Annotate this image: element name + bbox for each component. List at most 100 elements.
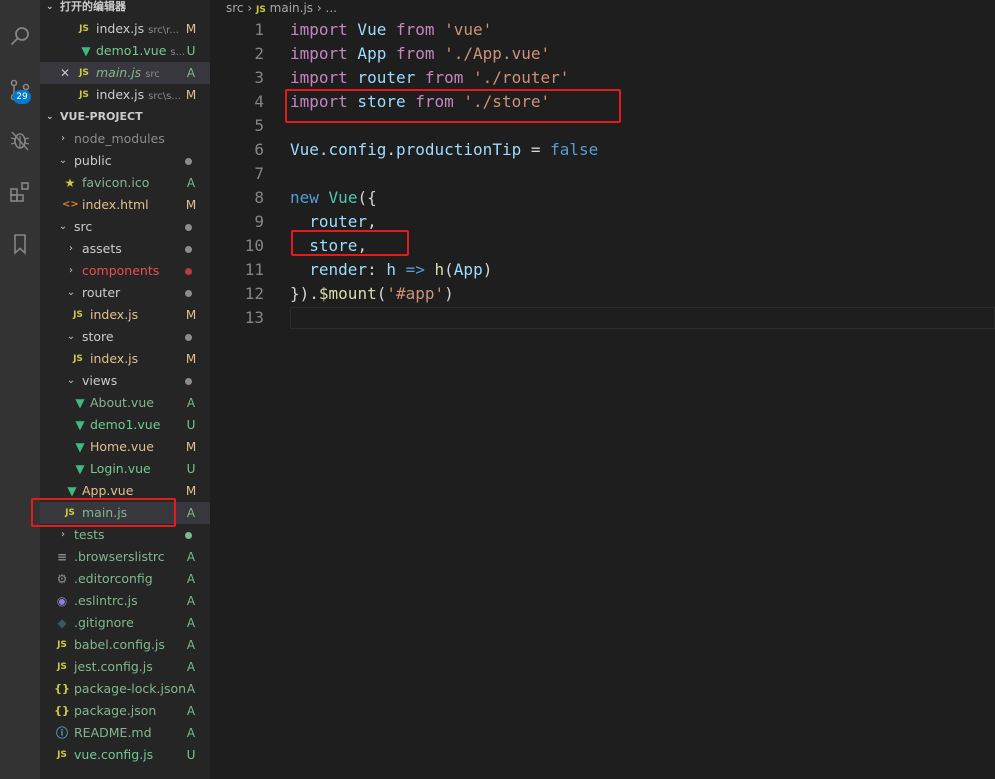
git-status: A (186, 594, 196, 608)
tree-folder-tests[interactable]: › tests (40, 524, 210, 546)
js-file-icon: JS (57, 662, 67, 672)
tree-file-readme[interactable]: ⓘ README.md A (40, 722, 210, 744)
tree-file-about-vue[interactable]: ▼ About.vue A (40, 392, 210, 414)
tree-file-gitignore[interactable]: ◆ .gitignore A (40, 612, 210, 634)
extensions-icon[interactable] (0, 172, 40, 212)
chevron-down-icon: ⌄ (46, 2, 54, 12)
git-status: A (186, 638, 196, 652)
git-status: M (185, 440, 197, 454)
breadcrumb-file[interactable]: main.js (270, 1, 313, 15)
code-line[interactable]: import Vue from 'vue' (290, 18, 492, 42)
code-line[interactable]: new Vue({ (290, 186, 377, 210)
git-status: A (186, 704, 196, 718)
tree-file-editorconfig[interactable]: ⚙ .editorconfig A (40, 568, 210, 590)
tree-folder-assets[interactable]: › assets (40, 238, 210, 260)
explorer-sidebar: ⌄ 打开的编辑器 JS index.js src\r... M ▼ demo1.… (40, 0, 210, 779)
git-status: U (186, 44, 196, 58)
activity-bar: 29 (0, 0, 40, 779)
line-number: 4 (254, 92, 264, 111)
chevron-down-icon: ⌄ (46, 112, 54, 122)
code-token: from (424, 68, 464, 87)
bookmark-icon[interactable] (0, 224, 40, 264)
open-editor-item-active[interactable]: ✕ JS main.js src A (40, 62, 210, 84)
line-number: 11 (244, 260, 264, 279)
debug-icon[interactable] (0, 120, 40, 160)
code-line[interactable]: Vue.config.productionTip = false (290, 138, 598, 162)
json-file-icon: {} (54, 704, 70, 717)
tree-file-eslintrc[interactable]: ◉ .eslintrc.js A (40, 590, 210, 612)
chevron-down-icon: ⌄ (66, 331, 76, 342)
breadcrumb-separator: › (247, 1, 253, 15)
modified-dot (185, 290, 192, 297)
tree-folder-public[interactable]: ⌄ public (40, 150, 210, 172)
tree-folder-store[interactable]: ⌄ store (40, 326, 210, 348)
js-file-icon: JS (79, 90, 89, 100)
code-line[interactable]: }).$mount('#app') (290, 282, 454, 306)
breadcrumb-folder[interactable]: src (226, 1, 244, 15)
tree-file-browserslistrc[interactable]: ≡ .browserslistrc A (40, 546, 210, 568)
modified-dot (185, 334, 192, 341)
open-editor-path: src (145, 69, 160, 80)
modified-dot (185, 158, 192, 165)
tree-file-home-vue[interactable]: ▼ Home.vue M (40, 436, 210, 458)
tree-file-vue-config[interactable]: JS vue.config.js U (40, 744, 210, 766)
tree-file-favicon[interactable]: ★ favicon.ico A (40, 172, 210, 194)
vue-file-icon: ▼ (75, 462, 85, 476)
git-status: A (186, 726, 196, 740)
chevron-down-icon: ⌄ (66, 287, 76, 298)
tree-file-jest-config[interactable]: JS jest.config.js A (40, 656, 210, 678)
open-editor-item[interactable]: JS index.js src\r... M (40, 18, 210, 40)
code-token: productionTip (395, 140, 522, 159)
tree-file-store-index[interactable]: JS index.js M (40, 348, 210, 370)
code-token: new (290, 188, 319, 207)
code-token: ) (482, 260, 493, 279)
code-line[interactable]: render: h => h(App) (290, 258, 492, 282)
scm-badge: 29 (13, 90, 31, 104)
star-icon: ★ (64, 176, 76, 190)
tree-folder-src[interactable]: ⌄ src (40, 216, 210, 238)
line-number: 5 (254, 116, 264, 135)
tree-folder-node-modules[interactable]: › node_modules (40, 128, 210, 150)
open-editor-item[interactable]: JS index.js src\s... M (40, 84, 210, 106)
gear-icon: ⚙ (56, 572, 68, 586)
code-token: App (453, 260, 483, 279)
tree-file-index-html[interactable]: <> index.html M (40, 194, 210, 216)
highlight-import-store (285, 89, 621, 123)
open-editor-item[interactable]: ▼ demo1.vue s... U (40, 40, 210, 62)
line-number: 13 (244, 308, 264, 327)
code-line[interactable]: import router from './router' (290, 66, 569, 90)
code-token: Vue (328, 188, 358, 207)
git-status: A (186, 396, 196, 410)
breadcrumb: src › JS main.js › ... (226, 0, 337, 16)
close-icon[interactable]: ✕ (60, 62, 70, 84)
code-token: ( (376, 284, 387, 303)
code-token: Vue (290, 140, 319, 159)
tree-folder-router[interactable]: ⌄ router (40, 282, 210, 304)
code-token: from (395, 20, 435, 39)
text-file-icon: ≡ (56, 550, 68, 564)
open-editor-name: index.js (96, 21, 145, 36)
git-status: A (186, 550, 196, 564)
breadcrumb-more[interactable]: ... (326, 1, 337, 15)
search-icon[interactable] (0, 16, 40, 56)
open-editors-header[interactable]: ⌄ 打开的编辑器 (40, 0, 210, 17)
chevron-right-icon: › (69, 265, 73, 276)
tree-folder-components[interactable]: › components (40, 260, 210, 282)
code-token: ( (444, 260, 454, 279)
open-editor-path: src\s... (148, 91, 181, 102)
tree-file-router-index[interactable]: JS index.js M (40, 304, 210, 326)
json-file-icon: {} (54, 682, 70, 695)
code-editor[interactable]: src › JS main.js › ... 1 2 3 4 5 6 7 8 9 10 11 12 13… (210, 0, 995, 779)
tree-file-package-json[interactable]: {} package.json A (40, 700, 210, 722)
project-header[interactable]: ⌄ VUE-PROJECT (40, 107, 210, 127)
code-line[interactable]: import App from './App.vue' (290, 42, 550, 66)
tree-file-babel-config[interactable]: JS babel.config.js A (40, 634, 210, 656)
breadcrumb-separator: › (316, 1, 322, 15)
tree-file-login-vue[interactable]: ▼ Login.vue U (40, 458, 210, 480)
tree-file-package-lock[interactable]: {} package-lock.json A (40, 678, 210, 700)
tree-file-demo1-vue[interactable]: ▼ demo1.vue U (40, 414, 210, 436)
chevron-right-icon: › (61, 529, 65, 540)
tree-folder-views[interactable]: ⌄ views (40, 370, 210, 392)
